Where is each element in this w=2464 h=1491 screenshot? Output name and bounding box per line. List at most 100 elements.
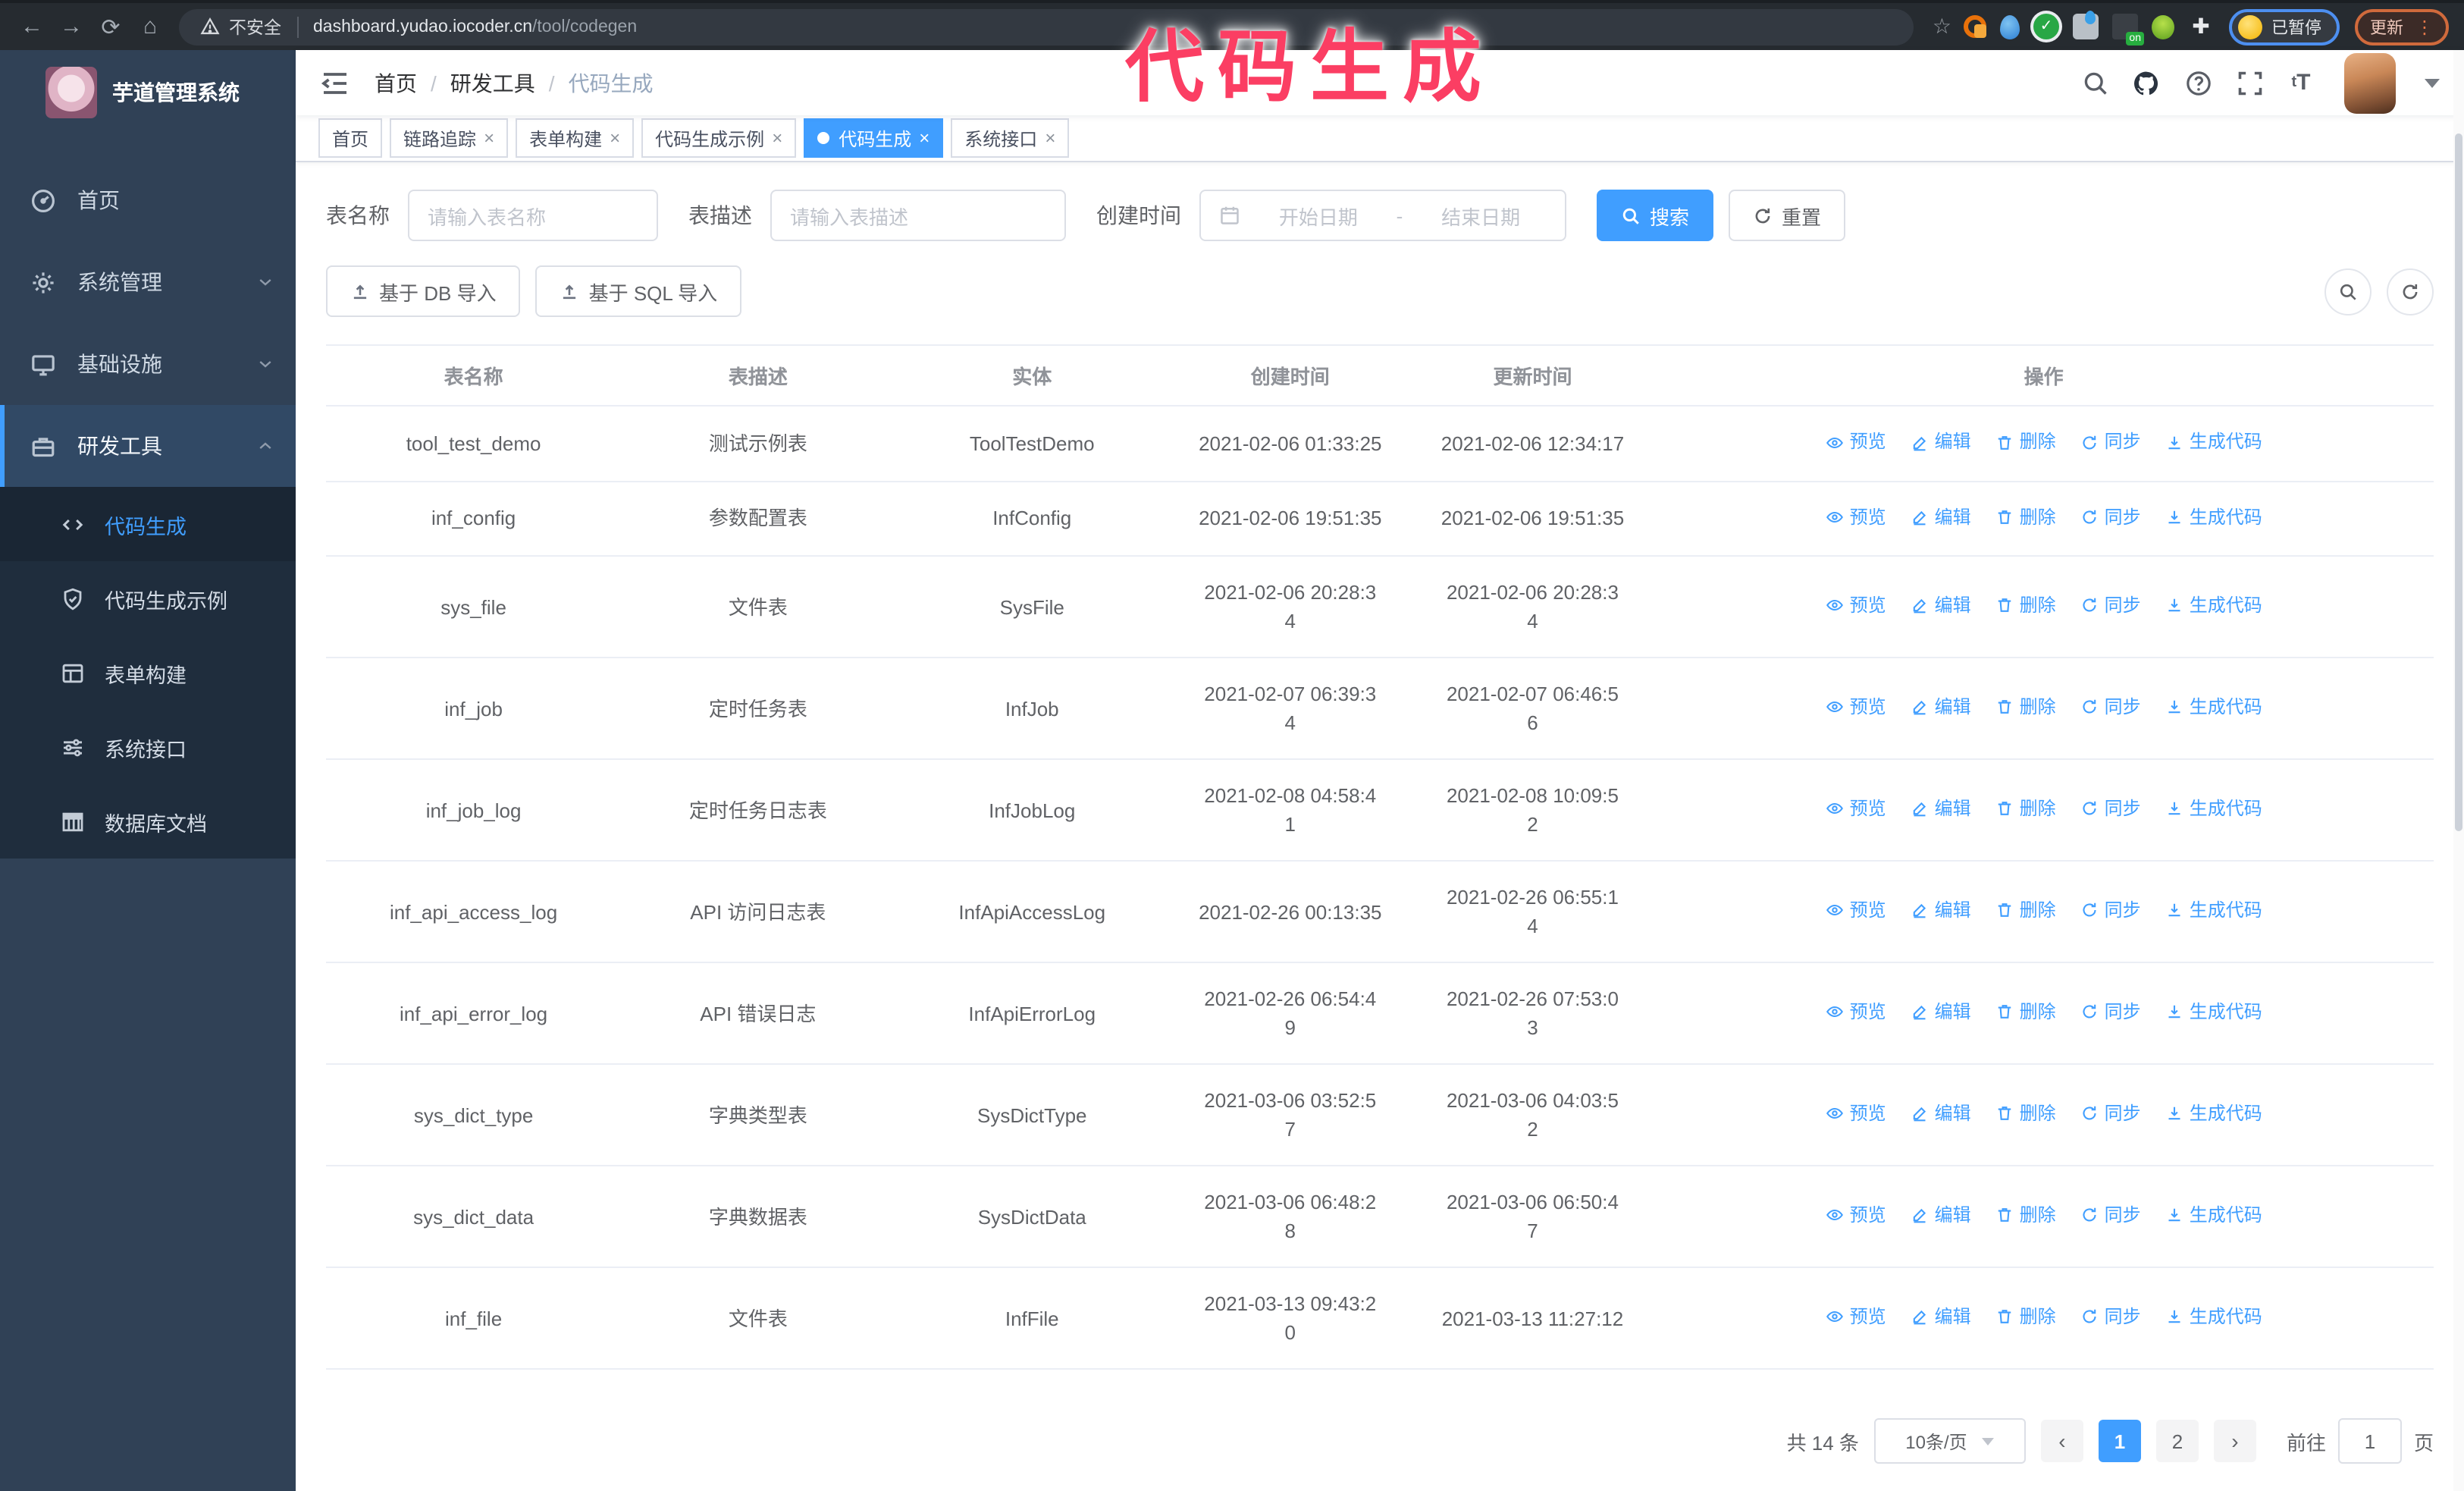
search-button[interactable]: 搜索 [1597, 190, 1714, 241]
extension-icon-5[interactable] [2112, 14, 2144, 46]
app-logo[interactable]: 芋道管理系统 [0, 50, 296, 135]
action-generate[interactable]: 生成代码 [2165, 1303, 2262, 1332]
action-generate[interactable]: 生成代码 [2165, 592, 2262, 620]
close-icon[interactable]: × [610, 129, 620, 147]
action-preview[interactable]: 预览 [1826, 1100, 1886, 1128]
extension-icon-2[interactable] [2000, 14, 2020, 39]
breadcrumb-home[interactable]: 首页 [375, 67, 417, 98]
close-icon[interactable]: × [919, 129, 929, 147]
action-edit[interactable]: 编辑 [1911, 1201, 1971, 1230]
action-generate[interactable]: 生成代码 [2165, 693, 2262, 722]
date-range-input[interactable]: 开始日期 - 结束日期 [1199, 190, 1566, 241]
next-page-button[interactable]: › [2213, 1420, 2256, 1462]
tag-trace[interactable]: 链路追踪 × [390, 118, 509, 159]
action-preview[interactable]: 预览 [1826, 896, 1886, 925]
refresh-table-button[interactable] [2387, 268, 2434, 315]
action-generate[interactable]: 生成代码 [2165, 896, 2262, 925]
action-preview[interactable]: 预览 [1826, 592, 1886, 620]
submenu-item-form-builder[interactable]: 表单构建 [0, 636, 296, 710]
tag-system-api[interactable]: 系统接口 × [951, 118, 1070, 159]
close-icon[interactable]: × [772, 129, 782, 147]
action-edit[interactable]: 编辑 [1911, 1303, 1971, 1332]
prev-page-button[interactable]: ‹ [2040, 1420, 2083, 1462]
reset-button[interactable]: 重置 [1729, 190, 1846, 241]
action-delete[interactable]: 删除 [1995, 503, 2056, 532]
table-desc-input[interactable]: 请输入表描述 [770, 190, 1066, 241]
action-preview[interactable]: 预览 [1826, 503, 1886, 532]
action-delete[interactable]: 删除 [1995, 998, 2056, 1027]
action-generate[interactable]: 生成代码 [2165, 998, 2262, 1027]
search-icon[interactable] [2080, 68, 2109, 97]
action-sync[interactable]: 同步 [2080, 795, 2141, 824]
action-preview[interactable]: 预览 [1826, 428, 1886, 457]
sidebar-item-system[interactable]: 系统管理 [0, 241, 296, 323]
page-button-2[interactable]: 2 [2155, 1420, 2199, 1462]
fullscreen-icon[interactable] [2235, 68, 2264, 97]
action-edit[interactable]: 编辑 [1911, 1100, 1971, 1128]
action-preview[interactable]: 预览 [1826, 998, 1886, 1027]
tag-home[interactable]: 首页 [318, 118, 383, 159]
action-delete[interactable]: 删除 [1995, 1100, 2056, 1128]
action-edit[interactable]: 编辑 [1911, 592, 1971, 620]
reload-icon[interactable]: ⟳ [91, 7, 130, 46]
extension-icon-4[interactable] [2073, 11, 2099, 39]
extensions-puzzle-icon[interactable]: ✚ [2188, 14, 2214, 39]
page-scrollbar[interactable] [2453, 50, 2464, 1491]
action-edit[interactable]: 编辑 [1911, 503, 1971, 532]
user-avatar[interactable] [2344, 52, 2396, 114]
tag-form-builder[interactable]: 表单构建 × [516, 118, 635, 159]
sidebar-item-infra[interactable]: 基础设施 [0, 323, 296, 405]
action-sync[interactable]: 同步 [2080, 693, 2141, 722]
action-edit[interactable]: 编辑 [1911, 428, 1971, 457]
sidebar-item-devtools[interactable]: 研发工具 [0, 405, 296, 487]
submenu-item-system-api[interactable]: 系统接口 [0, 710, 296, 784]
action-preview[interactable]: 预览 [1826, 795, 1886, 824]
profile-chip[interactable]: 已暂停 [2229, 8, 2340, 45]
scrollbar-thumb[interactable] [2455, 133, 2462, 831]
action-edit[interactable]: 编辑 [1911, 693, 1971, 722]
action-sync[interactable]: 同步 [2080, 998, 2141, 1027]
github-icon[interactable] [2132, 68, 2161, 97]
sidebar-item-home[interactable]: 首页 [0, 159, 296, 241]
action-edit[interactable]: 编辑 [1911, 795, 1971, 824]
browser-menu-button[interactable]: 更新 ⋮ [2355, 8, 2449, 45]
action-edit[interactable]: 编辑 [1911, 896, 1971, 925]
close-icon[interactable]: × [1045, 129, 1055, 147]
toggle-search-button[interactable] [2324, 268, 2372, 315]
action-sync[interactable]: 同步 [2080, 1100, 2141, 1128]
font-size-icon[interactable]: tT [2287, 68, 2315, 97]
submenu-item-codegen[interactable]: 代码生成 [0, 487, 296, 561]
import-db-button[interactable]: 基于 DB 导入 [326, 265, 521, 317]
submenu-item-db-doc[interactable]: 数据库文档 [0, 784, 296, 859]
submenu-item-codegen-example[interactable]: 代码生成示例 [0, 561, 296, 636]
tag-codegen-example[interactable]: 代码生成示例 × [641, 118, 797, 159]
page-button-1[interactable]: 1 [2098, 1420, 2141, 1462]
action-generate[interactable]: 生成代码 [2165, 1201, 2262, 1230]
action-generate[interactable]: 生成代码 [2165, 1100, 2262, 1128]
action-delete[interactable]: 删除 [1995, 693, 2056, 722]
action-generate[interactable]: 生成代码 [2165, 428, 2262, 457]
table-name-input[interactable]: 请输入表名称 [408, 190, 658, 241]
action-sync[interactable]: 同步 [2080, 592, 2141, 620]
address-bar[interactable]: 不安全 dashboard.yudao.iocoder.cn /tool/cod… [179, 8, 1914, 45]
action-preview[interactable]: 预览 [1826, 693, 1886, 722]
avatar-caret-down-icon[interactable] [2425, 78, 2440, 88]
breadcrumb-devtools[interactable]: 研发工具 [450, 67, 535, 98]
action-delete[interactable]: 删除 [1995, 592, 2056, 620]
back-icon[interactable]: ← [12, 7, 52, 46]
sidebar-fold-icon[interactable] [320, 67, 350, 98]
action-sync[interactable]: 同步 [2080, 503, 2141, 532]
action-sync[interactable]: 同步 [2080, 1201, 2141, 1230]
action-delete[interactable]: 删除 [1995, 428, 2056, 457]
action-sync[interactable]: 同步 [2080, 428, 2141, 457]
action-generate[interactable]: 生成代码 [2165, 503, 2262, 532]
action-delete[interactable]: 删除 [1995, 795, 2056, 824]
action-delete[interactable]: 删除 [1995, 896, 2056, 925]
action-preview[interactable]: 预览 [1826, 1201, 1886, 1230]
forward-icon[interactable]: → [52, 7, 91, 46]
help-icon[interactable] [2183, 68, 2212, 97]
tag-codegen-active[interactable]: 代码生成 × [804, 118, 944, 159]
extension-icon-1[interactable] [1964, 15, 1986, 38]
action-edit[interactable]: 编辑 [1911, 998, 1971, 1027]
page-size-select[interactable]: 10条/页 [1873, 1418, 2026, 1464]
